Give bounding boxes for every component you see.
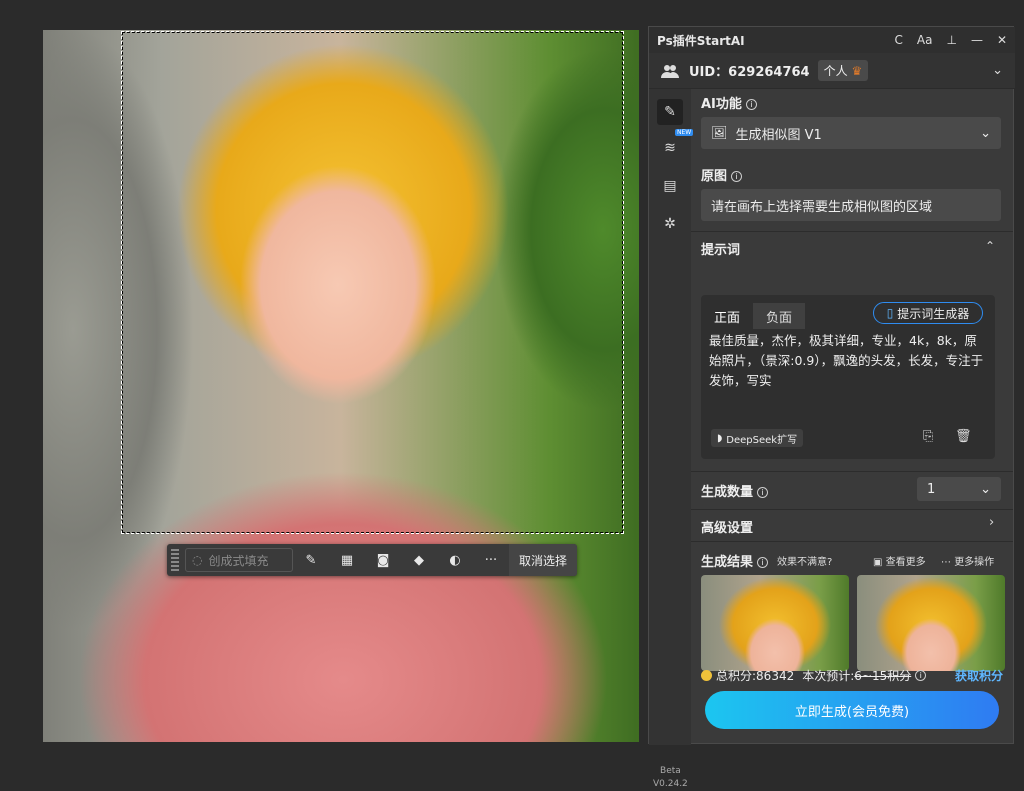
chevron-down-icon: ⌄ xyxy=(980,125,991,141)
refresh-icon[interactable]: C xyxy=(895,33,903,47)
gear-icon[interactable]: ✲ xyxy=(657,211,683,237)
source-field[interactable]: 请在画布上选择需要生成相似图的区域 xyxy=(701,189,1001,221)
user-bar[interactable]: UID：629264764 个人 ♛ ⌄ xyxy=(649,53,1015,89)
fill-icon[interactable]: ◆ xyxy=(401,553,437,568)
more-actions-link[interactable]: ⋯ 更多操作 xyxy=(941,553,994,568)
advanced-settings[interactable]: 高级设置 xyxy=(701,517,753,536)
crown-icon: ♛ xyxy=(851,64,863,78)
pin-icon[interactable]: ⊥ xyxy=(946,33,956,47)
contextual-task-bar: ◌ 创成式填充 ✎ ▦ ◙ ◆ ◐ ··· 取消选择 xyxy=(167,544,578,576)
chevron-down-icon[interactable]: ⌄ xyxy=(992,63,1003,78)
copy-icon[interactable]: ⎘ xyxy=(923,429,933,444)
user-id: UID：629264764 xyxy=(689,65,810,80)
image-icon: 🖼 xyxy=(711,125,728,141)
chevron-right-icon[interactable]: › xyxy=(989,515,994,530)
results-label: 生成结果 i xyxy=(701,551,769,570)
more-icon[interactable]: ··· xyxy=(473,553,509,568)
info-icon: i xyxy=(745,99,757,110)
prompt-label: 提示词 xyxy=(701,243,741,258)
info-icon: i xyxy=(731,171,743,182)
result-thumbnail[interactable] xyxy=(701,575,849,671)
book-icon: ▯ xyxy=(886,306,894,320)
tab-negative[interactable]: 负面 xyxy=(753,303,805,329)
deselect-button[interactable]: 取消选择 xyxy=(509,544,578,576)
edit-icon[interactable]: ✎ xyxy=(657,99,683,125)
startai-panel: Ps插件StartAI C Aa ⊥ — ✕ UID：629264764 个人 … xyxy=(648,26,1015,789)
tab-positive[interactable]: 正面 xyxy=(701,303,753,329)
result-thumbnail[interactable] xyxy=(857,575,1005,671)
info-icon: i xyxy=(757,487,769,498)
whale-icon: ◗ xyxy=(717,432,723,444)
coin-icon xyxy=(701,670,712,681)
marquee-selection[interactable] xyxy=(121,31,624,534)
estimate-value: 6~15积分 xyxy=(854,669,912,683)
view-more-link[interactable]: ▣ 查看更多 xyxy=(873,553,926,568)
version-label: Beta V0.24.2 xyxy=(653,766,688,789)
brush-icon[interactable]: ✎ xyxy=(293,553,329,568)
close-icon[interactable]: ✕ xyxy=(997,33,1007,47)
count-label: 生成数量 i xyxy=(701,481,769,500)
minimize-icon[interactable]: — xyxy=(971,33,983,47)
trash-icon[interactable]: 🗑 xyxy=(955,429,972,444)
panel-titlebar: Ps插件StartAI C Aa ⊥ — ✕ xyxy=(649,27,1015,53)
deepseek-expand-button[interactable]: ◗ DeepSeek扩写 xyxy=(711,429,804,447)
adjust-icon[interactable]: ◐ xyxy=(437,553,473,568)
font-icon[interactable]: Aa xyxy=(917,33,933,47)
dots-icon: ⋯ xyxy=(941,557,951,568)
ai-function-select[interactable]: 🖼 生成相似图 V1 ⌄ xyxy=(701,117,1001,149)
points-row: 总积分:86342 本次预计: 6~15积分 i xyxy=(701,667,927,684)
plan-badge: 个人 ♛ xyxy=(817,60,869,81)
count-select[interactable]: 1 ⌄ xyxy=(917,477,1001,501)
get-points-link[interactable]: 获取积分 xyxy=(955,667,1003,684)
generative-fill-button[interactable]: ◌ 创成式填充 xyxy=(185,548,293,572)
prompt-textarea[interactable]: 最佳质量，杰作，极其详细，专业，4k，8k，原始照片，（景深:0.9），飘逸的头… xyxy=(709,331,985,391)
new-tag: NEW xyxy=(675,129,694,136)
sparkle-icon: ◌ xyxy=(192,553,203,567)
prompt-generator-button[interactable]: ▯ 提示词生成器 xyxy=(873,302,983,324)
drag-handle[interactable] xyxy=(171,549,179,571)
panel-title: Ps插件StartAI xyxy=(657,33,745,48)
ai-function-label: AI功能 i xyxy=(701,93,757,112)
document-icon[interactable]: ▤ xyxy=(657,173,683,199)
chevron-up-icon[interactable]: ⌃ xyxy=(985,239,995,253)
mask-icon[interactable]: ◙ xyxy=(365,553,401,568)
chevron-down-icon: ⌄ xyxy=(980,481,991,497)
source-label: 原图 i xyxy=(701,165,743,184)
info-icon: i xyxy=(757,557,769,568)
users-icon xyxy=(661,64,679,78)
prompt-box: 正面 负面 ▯ 提示词生成器 最佳质量，杰作，极其详细，专业，4k，8k，原始照… xyxy=(701,295,995,459)
generate-button[interactable]: 立即生成(会员免费) xyxy=(705,691,999,729)
info-icon[interactable]: i xyxy=(915,670,927,681)
grid-icon: ▣ xyxy=(873,557,883,568)
side-nav: ✎ ≋ NEW ▤ ✲ Beta V0.24.2 xyxy=(649,89,694,789)
transform-icon[interactable]: ▦ xyxy=(329,553,365,568)
unsatisfied-link[interactable]: 效果不满意? xyxy=(777,553,832,568)
layers-icon[interactable]: ≋ NEW xyxy=(657,129,694,161)
